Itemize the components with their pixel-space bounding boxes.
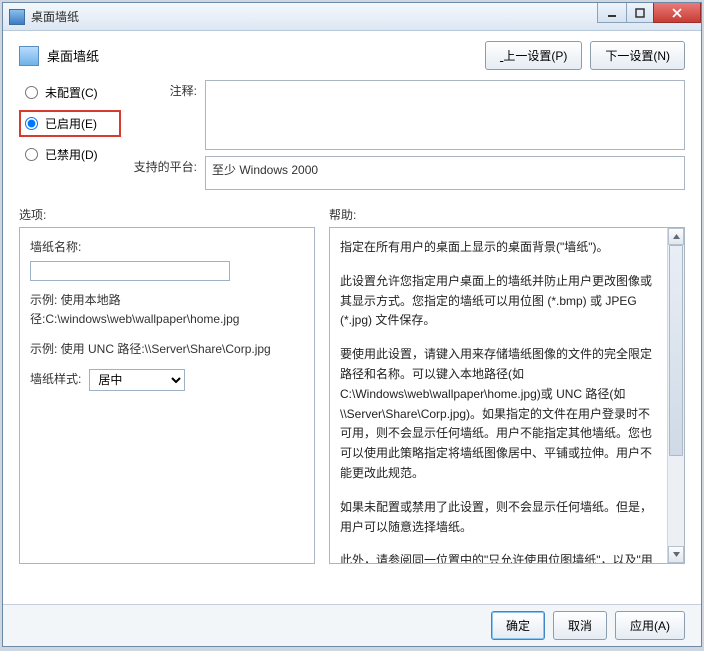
options-column: 选项: 墙纸名称: 示例: 使用本地路 径:C:\windows\web\wal… bbox=[19, 206, 315, 564]
minimize-button[interactable] bbox=[597, 3, 627, 23]
ok-button[interactable]: 确定 bbox=[491, 611, 545, 640]
policy-icon bbox=[19, 46, 39, 66]
example-text-1b: 径:C:\windows\web\wallpaper\home.jpg bbox=[30, 312, 239, 326]
radio-disabled-label: 已禁用(D) bbox=[45, 146, 98, 163]
wallpaper-name-input[interactable] bbox=[30, 261, 230, 281]
comment-label: 注释: bbox=[133, 80, 197, 99]
help-p2: 此设置允许您指定用户桌面上的墙纸并防止用户更改图像或其显示方式。您指定的墙纸可以… bbox=[340, 272, 662, 331]
window-controls bbox=[598, 3, 701, 23]
radio-disabled[interactable]: 已禁用(D) bbox=[25, 146, 115, 163]
scroll-track[interactable] bbox=[668, 245, 684, 546]
highlight-box: 已启用(E) bbox=[19, 110, 121, 137]
comment-row: 注释: bbox=[133, 80, 685, 150]
cancel-label: 取消 bbox=[568, 619, 592, 633]
next-setting-label: 下一设置(N) bbox=[605, 49, 670, 63]
titlebar: 桌面墙纸 bbox=[3, 3, 701, 31]
maximize-button[interactable] bbox=[626, 3, 654, 23]
radio-enabled-input[interactable] bbox=[25, 117, 38, 130]
example-text-2: 示例: 使用 UNC 路径:\\Server\Share\Corp.jpg bbox=[30, 342, 271, 356]
radio-not-configured[interactable]: 未配置(C) bbox=[25, 84, 115, 101]
page-title: 桌面墙纸 bbox=[47, 46, 99, 65]
help-p3: 要使用此设置，请键入用来存储墙纸图像的文件的完全限定路径和名称。可以键入本地路径… bbox=[340, 345, 662, 484]
policy-dialog-window: 桌面墙纸 桌面墙纸 上一设置(P) 下一设置(N) bbox=[2, 2, 702, 647]
comment-input[interactable] bbox=[205, 80, 685, 150]
options-label: 选项: bbox=[19, 206, 315, 223]
radio-enabled[interactable]: 已启用(E) bbox=[25, 115, 115, 132]
right-fields: 注释: 支持的平台: 至少 Windows 2000 bbox=[133, 80, 685, 190]
state-and-fields: 未配置(C) 已启用(E) 已禁用(D) 注释: bbox=[19, 80, 685, 190]
help-pane: 指定在所有用户的桌面上显示的桌面背景("墙纸")。 此设置允许您指定用户桌面上的… bbox=[329, 227, 685, 564]
app-icon bbox=[9, 9, 25, 25]
platform-label: 支持的平台: bbox=[133, 156, 197, 175]
help-label: 帮助: bbox=[329, 206, 685, 223]
content-area: 桌面墙纸 上一设置(P) 下一设置(N) 未配置(C) 已启用(E) bbox=[3, 31, 701, 604]
help-p4: 如果未配置或禁用了此设置，则不会显示任何墙纸。但是，用户可以随意选择墙纸。 bbox=[340, 498, 662, 538]
radio-not-configured-input[interactable] bbox=[25, 86, 38, 99]
options-pane: 墙纸名称: 示例: 使用本地路 径:C:\windows\web\wallpap… bbox=[19, 227, 315, 564]
help-scrollbar[interactable] bbox=[667, 228, 684, 563]
next-setting-button[interactable]: 下一设置(N) bbox=[590, 41, 685, 70]
help-column: 帮助: 指定在所有用户的桌面上显示的桌面背景("墙纸")。 此设置允许您指定用户… bbox=[329, 206, 685, 564]
scroll-up-icon[interactable] bbox=[668, 228, 684, 245]
wallpaper-style-label: 墙纸样式: bbox=[30, 370, 81, 389]
ok-label: 确定 bbox=[506, 619, 530, 633]
platform-value: 至少 Windows 2000 bbox=[205, 156, 685, 190]
wallpaper-name-label: 墙纸名称: bbox=[30, 238, 304, 257]
radio-not-configured-label: 未配置(C) bbox=[45, 84, 98, 101]
radio-disabled-input[interactable] bbox=[25, 148, 38, 161]
apply-button[interactable]: 应用(A) bbox=[615, 611, 685, 640]
cancel-button[interactable]: 取消 bbox=[553, 611, 607, 640]
prev-setting-button[interactable]: 上一设置(P) bbox=[485, 41, 582, 70]
wallpaper-style-select[interactable]: 居中 bbox=[89, 369, 185, 391]
state-radio-group: 未配置(C) 已启用(E) 已禁用(D) bbox=[19, 80, 115, 190]
dialog-button-bar: 确定 取消 应用(A) bbox=[3, 604, 701, 646]
scroll-thumb[interactable] bbox=[669, 245, 683, 456]
help-p5: 此外，请参阅同一位置中的"只允许使用位图墙纸"，以及"用户配置\管理模板\控制面… bbox=[340, 551, 662, 564]
example-text-1a: 示例: 使用本地路 bbox=[30, 293, 121, 307]
apply-label: 应用(A) bbox=[630, 619, 670, 633]
close-button[interactable] bbox=[653, 3, 701, 23]
lower-panes: 选项: 墙纸名称: 示例: 使用本地路 径:C:\windows\web\wal… bbox=[19, 206, 685, 564]
window-title: 桌面墙纸 bbox=[31, 8, 79, 25]
scroll-down-icon[interactable] bbox=[668, 546, 684, 563]
prev-setting-label: 上一设置(P) bbox=[503, 49, 567, 63]
platform-row: 支持的平台: 至少 Windows 2000 bbox=[133, 156, 685, 190]
header-row: 桌面墙纸 上一设置(P) 下一设置(N) bbox=[19, 41, 685, 70]
radio-enabled-label: 已启用(E) bbox=[45, 115, 97, 132]
help-p1: 指定在所有用户的桌面上显示的桌面背景("墙纸")。 bbox=[340, 238, 662, 258]
